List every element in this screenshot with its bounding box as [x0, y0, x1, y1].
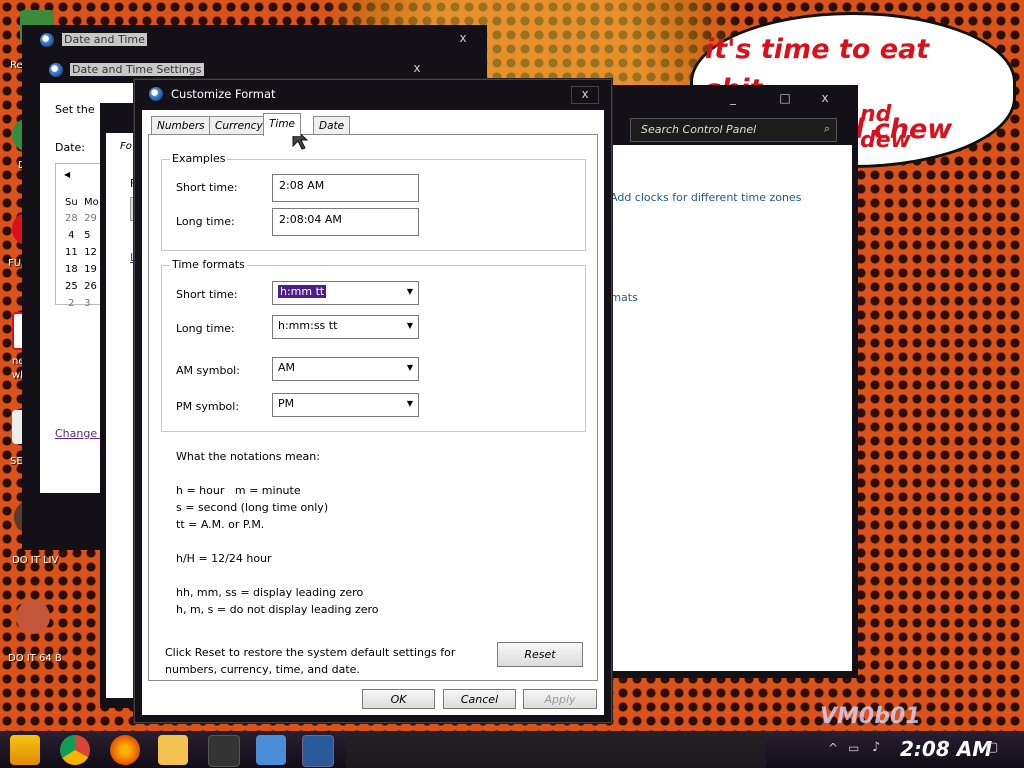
reset-description: Click Reset to restore the system defaul… [165, 646, 456, 659]
dialog-client: Numbers Currency Time Date Examples Shor… [142, 110, 604, 715]
calendar-row: 25 26 [65, 281, 97, 292]
control-panel-icon[interactable] [256, 735, 286, 765]
close-button[interactable]: x [571, 86, 599, 104]
calendar-row: 2 3 [65, 298, 91, 309]
desktop-icon-app[interactable] [16, 600, 50, 634]
close-icon[interactable]: x [450, 29, 476, 47]
calendar-prev-icon[interactable]: ◀ [64, 170, 70, 179]
notes-line: hh, mm, ss = display leading zero [176, 586, 364, 599]
cancel-button[interactable]: Cancel [443, 689, 516, 709]
search-icon: ⌕ [823, 122, 830, 135]
reset-description-2: numbers, currency, time, and date. [165, 663, 360, 676]
time-tab-panel: Examples Short time: 2:08 AM Long time: … [148, 134, 598, 681]
chevron-down-icon: ▼ [406, 399, 413, 408]
media-icon[interactable] [208, 735, 240, 767]
notification-icon[interactable]: ▢ [986, 740, 998, 755]
notes-line: h = hour m = minute [176, 484, 301, 497]
example-short-time-label: Short time: [176, 181, 238, 194]
taskbar: ^ ▭ ♪ 2:08 AM ▢ [0, 731, 1024, 768]
pm-symbol-value: PM [278, 397, 295, 410]
minimize-icon[interactable]: _ [720, 89, 746, 107]
am-symbol-value: AM [278, 361, 296, 374]
control-panel-icon [149, 87, 163, 101]
start-icon[interactable] [10, 735, 40, 765]
taskbar-wallpaper-strip [346, 731, 766, 768]
notes-line: h/H = 12/24 hour [176, 552, 272, 565]
pm-symbol-select[interactable]: PM ▼ [272, 393, 419, 417]
tab-currency[interactable]: Currency [209, 116, 269, 135]
long-time-label: Long time: [176, 322, 235, 335]
date-label: Date: [55, 141, 85, 154]
speech-line-3: nd [860, 102, 892, 127]
chevron-down-icon: ▼ [406, 287, 413, 296]
file-explorer-icon[interactable] [158, 735, 188, 765]
time-formats-group: Time formats Short time: h:mm tt ▼ Long … [161, 258, 586, 432]
set-the-label: Set the [55, 103, 95, 116]
region-tab-formats[interactable]: Fo [120, 141, 132, 152]
pm-symbol-label: PM symbol: [176, 400, 240, 413]
customize-format-dialog: Customize Format x Numbers Currency Time… [134, 79, 612, 723]
example-long-time-field: 2:08:04 AM [272, 208, 419, 236]
desktop-icon-label: DO IT 64 B [8, 653, 62, 664]
calendar-weekdays: Su Mo [65, 197, 99, 208]
volume-icon[interactable]: ♪ [872, 740, 880, 755]
maximize-icon[interactable]: □ [772, 89, 798, 107]
chevron-down-icon: ▼ [406, 363, 413, 372]
calendar-row: 4 5 [65, 230, 91, 241]
calendar-row: 11 12 [65, 247, 97, 258]
search-placeholder: Search Control Panel [641, 123, 757, 136]
short-time-select[interactable]: h:mm tt ▼ [272, 281, 419, 305]
chrome-icon[interactable] [60, 735, 90, 765]
desktop-icon-label: DO IT LIV [12, 555, 59, 566]
tab-time[interactable]: Time [263, 113, 302, 136]
change-link[interactable]: Change c [55, 427, 107, 440]
desktop-icon-label: Re [10, 60, 23, 71]
window-title: Date and Time [62, 33, 147, 46]
add-clocks-link[interactable]: Add clocks for different time zones [610, 191, 801, 204]
tab-date[interactable]: Date [313, 116, 351, 135]
examples-group: Examples Short time: 2:08 AM Long time: … [161, 152, 586, 251]
short-time-label: Short time: [176, 288, 238, 301]
examples-title: Examples [170, 152, 228, 165]
calendar-row: 18 19 [65, 264, 97, 275]
dialog-title: Customize Format [171, 87, 276, 101]
ok-button[interactable]: OK [362, 689, 435, 709]
date-time-icon [49, 63, 63, 77]
tab-numbers[interactable]: Numbers [151, 116, 211, 135]
wallpaper-watermark: VM0b01 [820, 704, 921, 729]
am-symbol-label: AM symbol: [176, 364, 240, 377]
am-symbol-select[interactable]: AM ▼ [272, 357, 419, 381]
apply-button: Apply [523, 689, 597, 709]
taskbar-clock[interactable]: 2:08 AM [900, 737, 992, 761]
network-icon[interactable]: ▭ [848, 741, 859, 755]
chevron-down-icon: ▼ [406, 321, 413, 330]
notes-heading: What the notations mean: [176, 450, 320, 463]
time-formats-title: Time formats [170, 258, 247, 271]
notes-line: tt = A.M. or P.M. [176, 518, 265, 531]
example-short-time-field: 2:08 AM [272, 174, 419, 202]
window-control-panel: _ □ x Search Control Panel ⌕ Add clocks … [600, 85, 858, 678]
dialog-titlebar[interactable]: Customize Format x [135, 80, 611, 108]
close-icon[interactable]: x [404, 59, 430, 77]
notes-line: s = second (long time only) [176, 501, 329, 514]
date-time-icon[interactable] [302, 735, 334, 767]
chevron-up-icon[interactable]: ^ [828, 741, 838, 755]
date-time-icon [40, 33, 54, 47]
speech-small: nd dew [860, 102, 911, 154]
long-time-select[interactable]: h:mm:ss tt ▼ [272, 315, 419, 339]
calendar-row: 28 29 [65, 213, 97, 224]
window-title: Date and Time Settings [70, 63, 204, 76]
short-time-value: h:mm tt [278, 285, 327, 298]
speech-line-4: dew [860, 128, 911, 153]
notes-line: h, m, s = do not display leading zero [176, 603, 379, 616]
search-input[interactable]: Search Control Panel ⌕ [630, 118, 837, 142]
reset-button[interactable]: Reset [497, 642, 583, 667]
close-icon[interactable]: x [812, 89, 838, 107]
firefox-icon[interactable] [110, 735, 140, 765]
long-time-value: h:mm:ss tt [278, 319, 338, 332]
example-long-time-label: Long time: [176, 215, 235, 228]
